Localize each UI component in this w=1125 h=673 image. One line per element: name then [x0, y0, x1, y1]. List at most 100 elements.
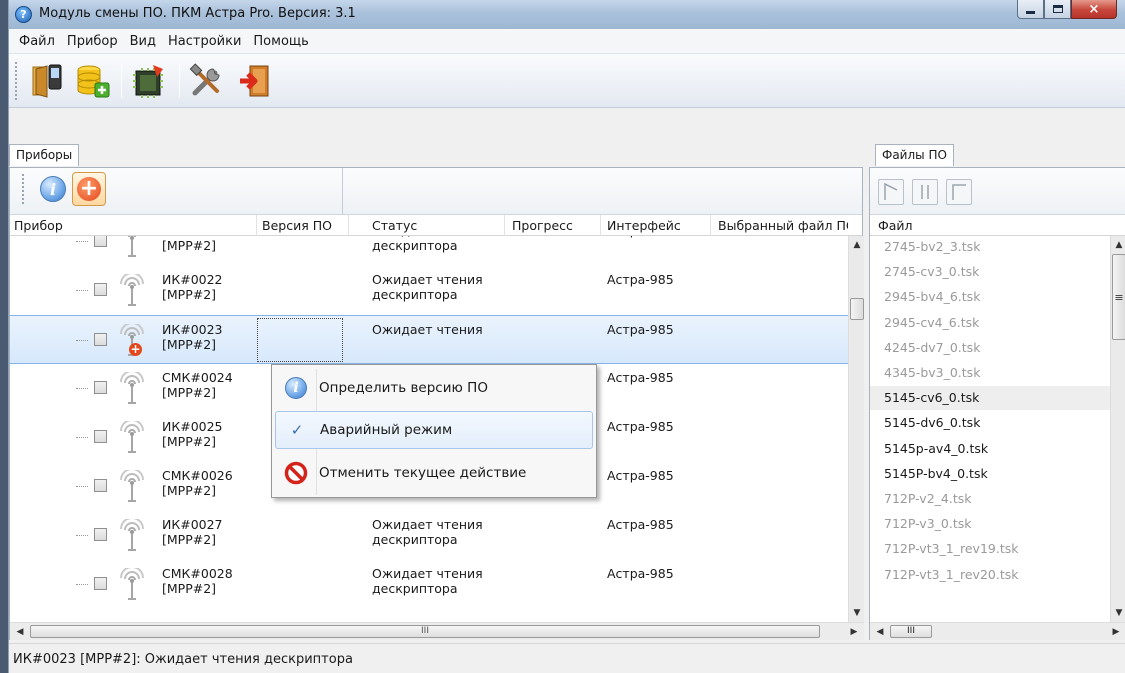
- menu-item-detect-version[interactable]: i Определить версию ПО: [275, 369, 593, 407]
- toolbar-grip[interactable]: [15, 62, 18, 100]
- device-interface: Астра-985: [607, 468, 674, 483]
- scroll-thumb[interactable]: III: [890, 625, 932, 638]
- file-list-item[interactable]: 5145-cv6_0.tsk: [884, 390, 979, 405]
- scroll-thumb[interactable]: [850, 298, 864, 320]
- row-checkbox[interactable]: [94, 236, 107, 247]
- tab-files[interactable]: Файлы ПО: [875, 144, 954, 166]
- minimize-button[interactable]: [1017, 0, 1044, 19]
- add-device-button[interactable]: +: [72, 172, 106, 206]
- info-icon[interactable]: i: [40, 176, 66, 202]
- row-checkbox[interactable]: [94, 528, 107, 541]
- column-divider[interactable]: [348, 215, 349, 236]
- file-list-item[interactable]: 5145P-bv4_0.tsk: [884, 466, 988, 481]
- add-database-button[interactable]: [73, 61, 113, 101]
- scroll-right-icon[interactable]: ▶: [847, 625, 861, 639]
- column-progress[interactable]: Прогресс: [512, 218, 573, 233]
- menu-item-emergency-mode[interactable]: ✓ Аварийный режим: [275, 411, 593, 449]
- scroll-down-icon[interactable]: ▼: [850, 606, 864, 620]
- device-id: СМК#0024: [162, 370, 233, 385]
- column-status[interactable]: Статус: [372, 218, 417, 233]
- menu-help[interactable]: Помощь: [247, 34, 314, 49]
- table-row[interactable]: ИК#0022 [МРР#2] Ожидает чтения дескриптора А…: [10, 266, 848, 315]
- file-list-item[interactable]: 712P-v3_0.tsk: [884, 516, 971, 531]
- device-name: ИК#0022 [МРР#2]: [162, 272, 223, 302]
- device-id: СМК#0026: [162, 468, 233, 483]
- scroll-thumb[interactable]: III: [30, 625, 820, 638]
- device-interface: Астра-985: [607, 419, 674, 434]
- device-id: ИК#0023: [162, 322, 223, 337]
- chip-firmware-button[interactable]: [129, 61, 169, 101]
- devices-horizontal-scrollbar[interactable]: ◀ III ▶: [10, 622, 864, 640]
- flag-start-button[interactable]: [878, 179, 904, 205]
- pause-button[interactable]: [912, 179, 938, 205]
- file-list-item[interactable]: 5145p-av4_0.tsk: [884, 441, 988, 456]
- title-bar[interactable]: ? Модуль смены ПО. ПКМ Астра Pro. Версия…: [9, 0, 1125, 29]
- files-column-header[interactable]: Файл: [870, 215, 1125, 236]
- file-list-item[interactable]: 712P-v2_4.tsk: [884, 491, 971, 506]
- column-selected-file[interactable]: Выбранный файл ПО: [718, 218, 848, 233]
- tree-connector: [76, 388, 88, 389]
- file-list-item[interactable]: 2745-bv2_3.tsk: [884, 239, 980, 254]
- close-button[interactable]: ×: [1071, 0, 1117, 19]
- column-version[interactable]: Версия ПО: [262, 218, 332, 233]
- column-divider[interactable]: [600, 215, 601, 236]
- row-checkbox[interactable]: [94, 283, 107, 296]
- status-line-2: дескриптора: [372, 238, 458, 253]
- file-list-item[interactable]: 712P-vt3_1_rev19.tsk: [884, 541, 1019, 556]
- table-row[interactable]: СМК#0028 [МРР#2] Ожидает чтения дескриптора…: [10, 560, 848, 609]
- scroll-up-icon[interactable]: ▲: [850, 238, 864, 252]
- maximize-button[interactable]: [1044, 0, 1071, 19]
- menu-device[interactable]: Прибор: [61, 34, 124, 49]
- table-row[interactable]: СМК#0021[МРР#2] Ожидает чтениядескриптора…: [10, 236, 848, 266]
- column-divider[interactable]: [504, 215, 505, 236]
- column-device[interactable]: Прибор: [14, 218, 63, 233]
- scroll-left-icon[interactable]: ◀: [13, 625, 27, 639]
- tab-devices[interactable]: Приборы: [9, 144, 80, 166]
- row-checkbox[interactable]: [94, 381, 107, 394]
- row-checkbox[interactable]: [94, 577, 107, 590]
- file-list-item[interactable]: 4245-dv7_0.tsk: [884, 340, 980, 355]
- row-checkbox[interactable]: [94, 333, 107, 346]
- menu-file[interactable]: Файл: [13, 34, 61, 49]
- scroll-right-icon[interactable]: ▶: [1109, 625, 1123, 639]
- menu-view[interactable]: Вид: [124, 34, 162, 49]
- device-status: Ожидает чтениядескриптора: [372, 566, 483, 596]
- open-device-button[interactable]: [27, 61, 67, 101]
- menu-settings[interactable]: Настройки: [162, 34, 247, 49]
- file-list-item[interactable]: 4345-bv3_0.tsk: [884, 365, 980, 380]
- file-list-item[interactable]: 2945-bv4_6.tsk: [884, 289, 980, 304]
- files-vertical-scrollbar[interactable]: ▲ ≡ ▼: [1110, 236, 1125, 622]
- row-checkbox[interactable]: [94, 430, 107, 443]
- device-name: ИК#0027 [МРР#2]: [162, 517, 223, 547]
- exit-button[interactable]: [235, 61, 275, 101]
- device-name: СМК#0026 [МРР#2]: [162, 468, 233, 498]
- info-icon: i: [281, 373, 311, 403]
- scroll-down-icon[interactable]: ▼: [1112, 606, 1125, 620]
- settings-tools-icon: [189, 63, 220, 96]
- scroll-left-icon[interactable]: ◀: [873, 625, 887, 639]
- file-list-item[interactable]: 712P-vt3_1_rev20.tsk: [884, 567, 1019, 582]
- scroll-up-icon[interactable]: ▲: [1112, 238, 1125, 252]
- file-list-item[interactable]: 5145-dv6_0.tsk: [884, 415, 980, 430]
- antenna-icon: [116, 517, 148, 553]
- devices-toolbar-grip[interactable]: [22, 174, 25, 204]
- stop-button[interactable]: [946, 179, 972, 205]
- column-divider[interactable]: [710, 215, 711, 236]
- table-row[interactable]: + ИК#0023 [МРР#2] Ожидает чтения Астра-985: [10, 315, 848, 364]
- file-list-item[interactable]: 2945-cv4_6.tsk: [884, 315, 979, 330]
- device-interface: Астра-985: [607, 272, 674, 287]
- menu-item-label: Определить версию ПО: [319, 380, 488, 396]
- tree-connector: [76, 584, 88, 585]
- files-horizontal-scrollbar[interactable]: ◀ III ▶: [870, 622, 1125, 640]
- file-list-item[interactable]: 2745-cv3_0.tsk: [884, 264, 979, 279]
- settings-tools-button[interactable]: [187, 61, 227, 101]
- column-interface[interactable]: Интерфейс: [607, 218, 681, 233]
- table-row[interactable]: ИК#0027 [МРР#2] Ожидает чтения дескриптора А…: [10, 511, 848, 560]
- column-divider[interactable]: [256, 215, 257, 236]
- status-line-1: Ожидает чтения: [372, 566, 483, 581]
- focused-cell[interactable]: [257, 318, 343, 362]
- status-line-1: Ожидает чтения: [372, 272, 483, 287]
- menu-item-cancel-action[interactable]: Отменить текущее действие: [275, 454, 593, 492]
- row-checkbox[interactable]: [94, 479, 107, 492]
- devices-vertical-scrollbar[interactable]: ▲ ▼: [848, 236, 864, 622]
